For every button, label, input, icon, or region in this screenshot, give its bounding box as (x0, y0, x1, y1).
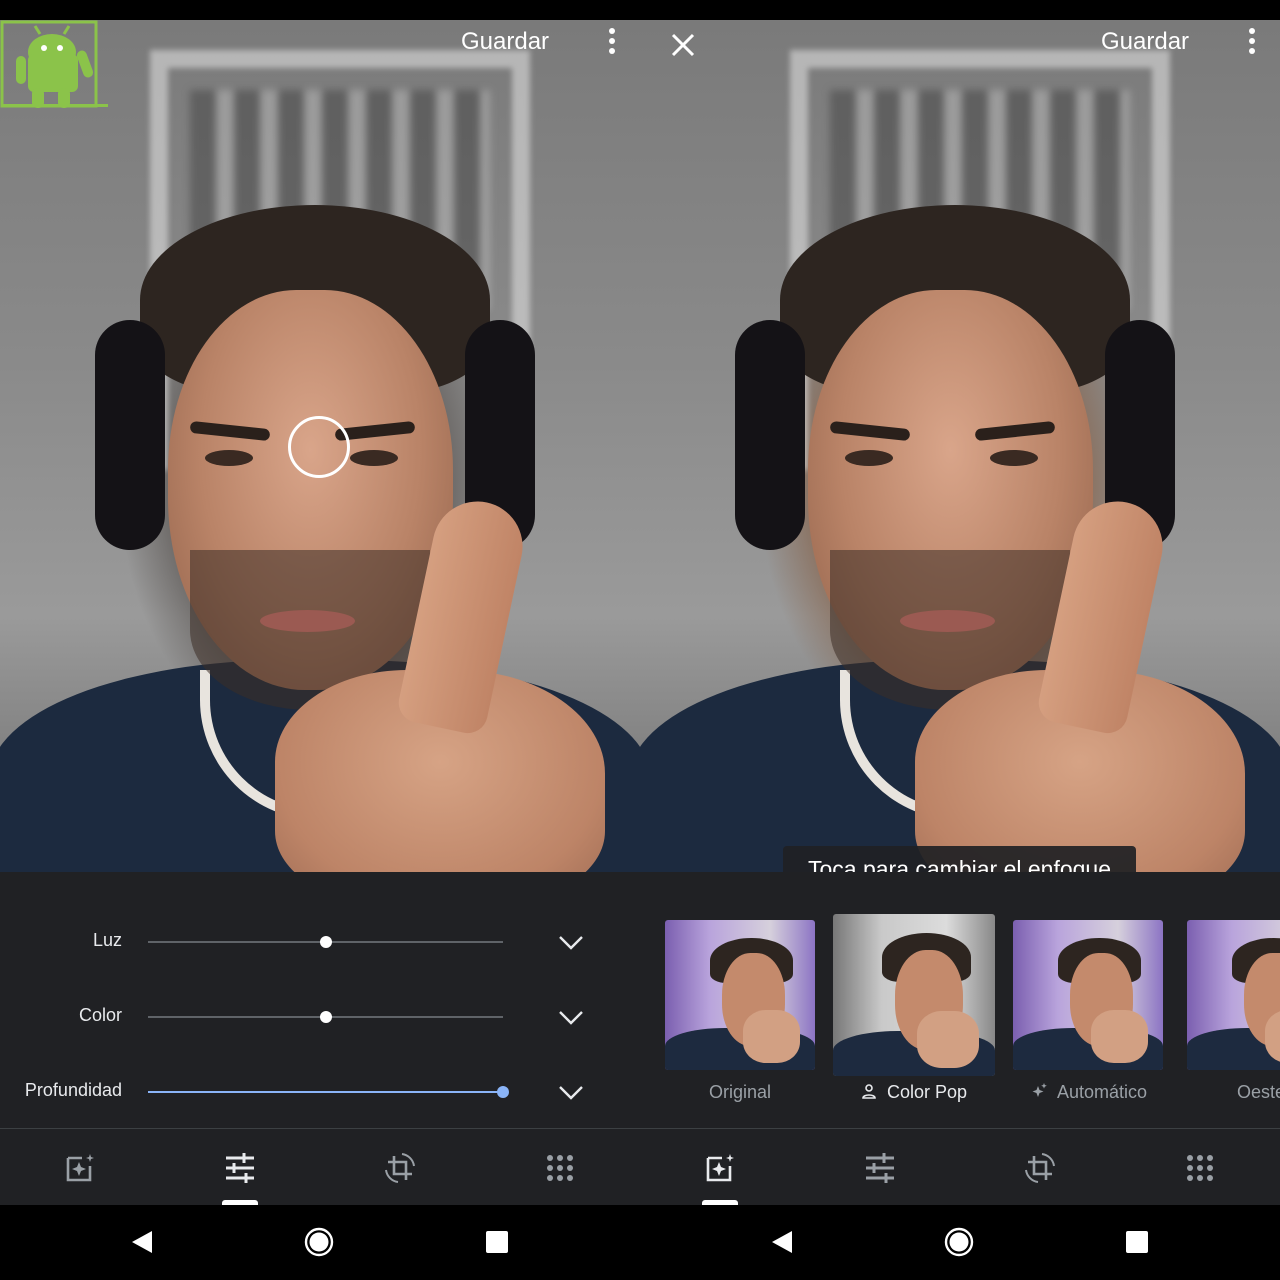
headphone-left (735, 320, 805, 550)
auto-fix-icon (706, 1154, 734, 1182)
person-icon (862, 1084, 876, 1099)
system-nav-bar (0, 1205, 1280, 1280)
filter-thumbnail (1187, 920, 1280, 1070)
slider-fill-depth (148, 1091, 503, 1093)
auto-fix-icon (66, 1154, 94, 1182)
tab-crop[interactable] (320, 1130, 480, 1205)
focus-point-ring[interactable] (288, 416, 350, 478)
filter-thumbnail (665, 920, 815, 1070)
filter-label: Original (708, 1082, 772, 1102)
divider (0, 1128, 640, 1129)
bottom-tab-bar (0, 1130, 640, 1205)
filter-label-row: Automático (1013, 1082, 1163, 1103)
slider-track-color[interactable] (148, 1011, 503, 1023)
bottom-tab-bar (640, 1130, 1280, 1205)
filter-label: Oeste (1237, 1082, 1280, 1102)
eye-left (845, 450, 893, 466)
eye-right (990, 450, 1038, 466)
editor-pane-left: Guardar Luz Color Profundidad (0, 20, 640, 1205)
tune-icon (866, 1153, 894, 1183)
crop-rotate-icon (1025, 1153, 1055, 1183)
sparkle-icon (1032, 1083, 1047, 1097)
slider-row-depth: Profundidad (0, 1072, 640, 1112)
save-button[interactable]: Guardar (1101, 28, 1189, 56)
tab-adjust[interactable] (800, 1130, 960, 1205)
tab-crop[interactable] (960, 1130, 1120, 1205)
filter-label: Automático (1056, 1082, 1148, 1102)
slider-thumb-color[interactable] (319, 1011, 332, 1023)
tab-adjust[interactable] (160, 1130, 320, 1205)
back-icon[interactable] (766, 1227, 796, 1257)
mouth (900, 610, 995, 632)
headphone-left (95, 320, 165, 550)
recents-icon[interactable] (482, 1227, 512, 1257)
close-icon[interactable] (668, 30, 698, 60)
slider-label-light: Luz (92, 930, 122, 950)
tab-suggestions[interactable] (0, 1130, 160, 1205)
tab-suggestions[interactable] (640, 1130, 800, 1205)
slider-thumb-light[interactable] (319, 936, 332, 948)
apps-grid-icon (1187, 1155, 1213, 1181)
editor-pane-right: Guardar Toca para cambiar el enfoque Ori… (640, 20, 1280, 1205)
filter-thumbnail (833, 914, 995, 1076)
chevron-down-icon[interactable] (557, 1080, 585, 1104)
status-bar (0, 0, 1280, 20)
home-icon[interactable] (304, 1227, 334, 1257)
filter-label: Color Pop (886, 1082, 968, 1102)
crop-rotate-icon (385, 1153, 415, 1183)
back-icon[interactable] (126, 1227, 156, 1257)
more-options-icon[interactable] (606, 28, 618, 58)
photo-preview[interactable]: Guardar Toca para cambiar el enfoque (640, 20, 1280, 872)
slider-label-depth: Profundidad (24, 1080, 122, 1100)
slider-row-color: Color (0, 997, 640, 1037)
slider-track-light[interactable] (148, 936, 503, 948)
chevron-down-icon[interactable] (557, 930, 585, 954)
toast-message: Toca para cambiar el enfoque (783, 846, 1136, 872)
photo-preview[interactable]: Guardar (0, 20, 640, 872)
recents-icon[interactable] (1122, 1227, 1152, 1257)
tab-more-tools[interactable] (480, 1130, 640, 1205)
filter-thumbnail (1013, 920, 1163, 1070)
filter-label-row: Color Pop (833, 1082, 995, 1103)
more-options-icon[interactable] (1246, 28, 1258, 58)
apps-grid-icon (547, 1155, 573, 1181)
mouth (260, 610, 355, 632)
eye-left (205, 450, 253, 466)
save-button[interactable]: Guardar (461, 28, 549, 56)
slider-track-depth[interactable] (148, 1086, 509, 1098)
android-logo-icon (0, 20, 108, 108)
tune-icon (226, 1153, 254, 1183)
tab-more-tools[interactable] (1120, 1130, 1280, 1205)
slider-label-color: Color (78, 1005, 122, 1025)
chevron-down-icon[interactable] (557, 1005, 585, 1029)
eye-right (350, 450, 398, 466)
home-icon[interactable] (944, 1227, 974, 1257)
slider-row-light: Luz (0, 922, 640, 962)
slider-thumb-depth[interactable] (497, 1086, 509, 1098)
divider (640, 1128, 1280, 1129)
